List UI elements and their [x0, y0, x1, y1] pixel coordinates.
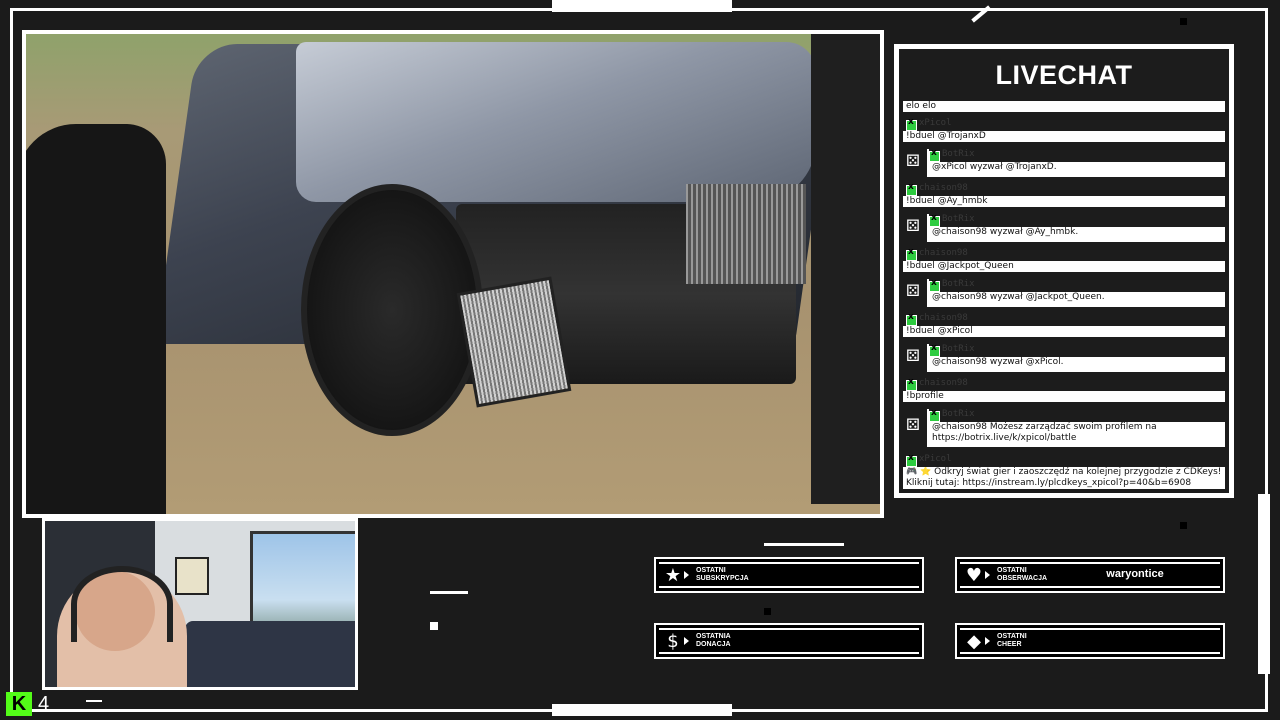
kick-badge-icon [906, 182, 917, 196]
chat-message-text: @chaison98 wyzwał @Ay_hmbk. [929, 227, 1225, 238]
last-sub-label: OSTATNI SUBSKRYPCJA [696, 567, 749, 582]
chat-message-text: !bduel @Ay_hmbk [903, 196, 1225, 207]
deco-bar-right [1258, 494, 1270, 674]
star-icon: ★ [664, 565, 682, 586]
chat-username[interactable]: chaison98 [919, 248, 968, 258]
person-right [811, 34, 880, 504]
last-donation-box: $ OSTATNIA DONACJA [654, 623, 924, 659]
last-donation-label: OSTATNIA DONACJA [696, 633, 731, 648]
chat-message: xPicol !bduel @TrojanxD [903, 117, 1225, 142]
chat-message-text: @chaison98 Możesz zarządzać swoim profil… [929, 422, 1225, 444]
webcam-feed [42, 518, 358, 690]
deco-bar-bottom [552, 704, 732, 716]
car-wheel [301, 184, 483, 436]
chat-username[interactable]: BotRix [942, 279, 975, 289]
person-left [26, 124, 166, 514]
kick-badge-icon [906, 453, 917, 467]
kick-badge-icon [929, 148, 940, 162]
chat-message: chaison98 !bprofile [903, 377, 1225, 402]
chat-bot-message: ⚄ BotRix @chaison98 Możesz zarządzać swo… [903, 408, 1225, 447]
chat-message: chaison98 !bduel @Jackpot_Queen [903, 247, 1225, 272]
dice-icon: ⚄ [906, 151, 920, 170]
chat-message: chaison98 !bduel @Ay_hmbk [903, 182, 1225, 207]
chat-message-text: 🎮 ⭐ Odkryj świat gier i zaoszczędź na ko… [903, 467, 1225, 489]
chat-message-text: elo elo [903, 101, 1225, 112]
kick-badge-icon [906, 312, 917, 326]
radiator [456, 276, 572, 408]
dice-icon: ⚄ [906, 216, 920, 235]
main-video-feed [22, 30, 884, 518]
chat-message-text: !bduel @TrojanxD [903, 131, 1225, 142]
chat-message-text: !bduel @Jackpot_Queen [903, 261, 1225, 272]
kick-badge-icon [929, 343, 940, 357]
chat-bot-message: ⚄ BotRix @chaison98 wyzwał @Ay_hmbk. [903, 213, 1225, 242]
dollar-icon: $ [667, 631, 679, 652]
kick-badge-icon [906, 247, 917, 261]
livechat-title: LIVECHAT [899, 49, 1229, 101]
chat-bot-message: ⚄ BotRix @xPicol wyzwał @TrojanxD. [903, 148, 1225, 177]
chat-username[interactable]: BotRix [942, 214, 975, 224]
heart-icon: ♥ [965, 565, 983, 586]
chat-message-text: @chaison98 wyzwał @Jackpot_Queen. [929, 292, 1225, 303]
chat-username[interactable]: BotRix [942, 409, 975, 419]
chat-message: xPicol 🎮 ⭐ Odkryj świat gier i zaoszczęd… [903, 453, 1225, 489]
chat-message-text: @xPicol wyzwał @TrojanxD. [929, 162, 1225, 173]
dice-icon: ⚄ [906, 281, 920, 300]
last-cheer-label: OSTATNI CHEER [997, 633, 1027, 648]
chat-username[interactable]: chaison98 [919, 183, 968, 193]
livechat-panel: LIVECHAT elo elo xPicol !bduel @TrojanxD… [894, 44, 1234, 498]
cam-sofa [185, 621, 355, 687]
arrow-icon [985, 571, 990, 579]
dice-icon: ⚄ [906, 346, 920, 365]
chat-bot-message: ⚄ BotRix @chaison98 wyzwał @xPicol. [903, 343, 1225, 372]
deco-square-3 [1180, 522, 1187, 529]
chat-username[interactable]: BotRix [942, 149, 975, 159]
headphones-icon [71, 566, 173, 642]
cam-painting [175, 557, 209, 595]
chat-username[interactable]: xPicol [919, 118, 952, 128]
deco-dash-3 [86, 700, 102, 702]
kick-badge-icon [929, 408, 940, 422]
last-follow-label: OSTATNI OBSERWACJA [997, 567, 1048, 582]
kick-logo-icon: K [6, 692, 32, 716]
deco-dash-1 [764, 543, 844, 546]
last-follow-value: waryontice [1106, 568, 1164, 580]
deco-square-4 [764, 608, 771, 615]
arrow-icon [684, 637, 689, 645]
chat-username[interactable]: xPicol [919, 454, 952, 464]
arrow-icon [985, 637, 990, 645]
chat-message: chaison98 !bduel @xPicol [903, 312, 1225, 337]
chat-bot-message: ⚄ BotRix @chaison98 wyzwał @Jackpot_Quee… [903, 278, 1225, 307]
chat-message-text: @chaison98 wyzwał @xPicol. [929, 357, 1225, 368]
last-follow-box: ♥ OSTATNI OBSERWACJA waryontice [955, 557, 1225, 593]
diamond-icon: ◆ [967, 631, 981, 652]
car-hood [296, 42, 816, 202]
deco-bar-top [552, 0, 732, 12]
chat-message-text: !bprofile [903, 391, 1225, 402]
viewer-count: 4 [38, 693, 50, 715]
last-cheer-box: ◆ OSTATNI CHEER [955, 623, 1225, 659]
stream-overlay: LIVECHAT elo elo xPicol !bduel @TrojanxD… [0, 0, 1280, 720]
chat-username[interactable]: chaison98 [919, 313, 968, 323]
chat-username[interactable]: BotRix [942, 344, 975, 354]
intercooler [686, 184, 806, 284]
chat-username[interactable]: chaison98 [919, 378, 968, 388]
arrow-icon [684, 571, 689, 579]
chat-message: elo elo [903, 101, 1225, 112]
deco-square-1 [430, 622, 438, 630]
kick-badge-icon [929, 278, 940, 292]
kick-badge-icon [906, 377, 917, 391]
deco-square-2 [1180, 18, 1187, 25]
kick-badge-icon [906, 117, 917, 131]
dice-icon: ⚄ [906, 415, 920, 434]
livechat-inner: LIVECHAT elo elo xPicol !bduel @TrojanxD… [899, 49, 1229, 493]
last-sub-box: ★ OSTATNI SUBSKRYPCJA [654, 557, 924, 593]
chat-message-text: !bduel @xPicol [903, 326, 1225, 337]
kick-badge-icon [929, 213, 940, 227]
deco-dash-2 [430, 591, 468, 594]
